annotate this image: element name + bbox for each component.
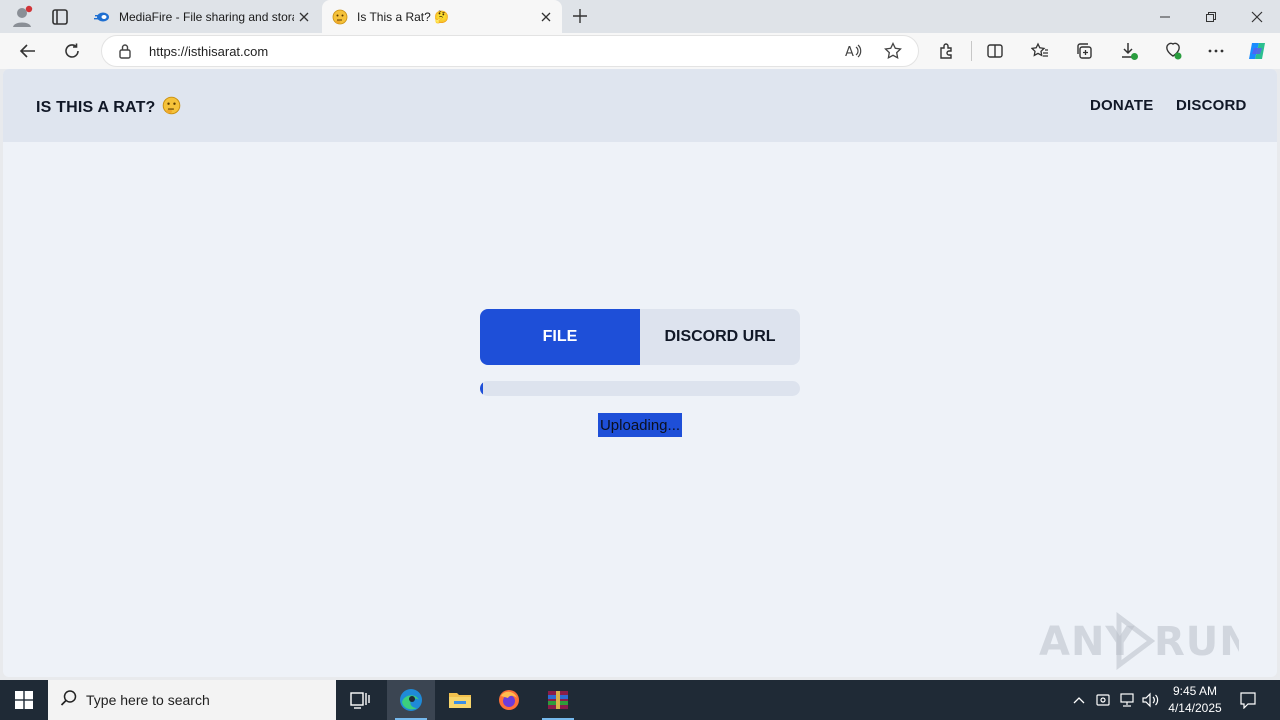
edge-taskbar-icon[interactable] — [387, 680, 435, 720]
search-icon — [60, 689, 78, 712]
restore-icon[interactable] — [1188, 0, 1234, 33]
volume-icon[interactable] — [1140, 680, 1162, 720]
tab-isthisarat[interactable]: Is This a Rat? 🤔 — [322, 0, 562, 33]
close-tab-icon[interactable] — [536, 7, 556, 27]
network-icon[interactable] — [1116, 680, 1138, 720]
browser-essentials-icon[interactable] — [1161, 39, 1185, 63]
browser-toolbar: https://isthisarat.com A — [0, 33, 1280, 69]
browser-tab-strip: MediaFire - File sharing and stora Is Th… — [0, 0, 1280, 33]
svg-text:RUN: RUN — [1154, 619, 1239, 665]
clock-date: 4/14/2025 — [1168, 701, 1222, 715]
notifications-icon[interactable] — [1234, 680, 1262, 720]
brand-text: IS THIS A RAT? — [36, 99, 156, 116]
svg-text:A: A — [845, 45, 854, 60]
address-bar[interactable]: https://isthisarat.com A — [101, 35, 919, 67]
favorites-icon[interactable] — [1028, 39, 1052, 63]
taskbar-search-box[interactable]: Type here to search — [48, 680, 336, 720]
windows-taskbar: Type here to search 9:45 AM 4/14/2025 — [0, 680, 1280, 720]
nav-donate[interactable]: DONATE — [1090, 97, 1153, 114]
new-tab-icon[interactable] — [568, 4, 592, 28]
site-header: IS THIS A RAT? DONATE DISCORD — [3, 69, 1277, 142]
more-menu-icon[interactable] — [1204, 39, 1228, 63]
favorite-star-icon[interactable] — [884, 41, 902, 65]
anyrun-watermark: ANY RUN — [1039, 609, 1253, 677]
lock-icon[interactable] — [118, 43, 132, 64]
tab-title: Is This a Rat? 🤔 — [357, 9, 450, 24]
file-explorer-icon[interactable] — [436, 680, 484, 720]
file-tab-button[interactable]: FILE — [480, 309, 640, 365]
nav-discord[interactable]: DISCORD — [1176, 97, 1247, 114]
close-window-icon[interactable] — [1234, 0, 1280, 33]
extensions-icon[interactable] — [935, 39, 959, 63]
tab-actions-icon[interactable] — [48, 5, 72, 29]
windows-start-icon[interactable] — [0, 680, 48, 720]
upload-progress-bar — [480, 381, 800, 396]
search-placeholder: Type here to search — [86, 692, 210, 708]
site-brand[interactable]: IS THIS A RAT? — [36, 96, 181, 120]
refresh-icon[interactable] — [60, 39, 84, 63]
split-screen-icon[interactable] — [983, 39, 1007, 63]
read-aloud-icon[interactable]: A — [844, 42, 862, 65]
copilot-icon[interactable] — [1245, 39, 1269, 63]
taskbar-clock[interactable]: 9:45 AM 4/14/2025 — [1160, 683, 1230, 717]
thinking-face-favicon-icon — [332, 9, 348, 25]
toolbar-divider — [971, 41, 972, 61]
upload-progress-fill — [480, 381, 484, 396]
web-page: IS THIS A RAT? DONATE DISCORD FILE DISCO… — [3, 69, 1277, 677]
show-hidden-icons-chevron-icon[interactable] — [1068, 680, 1090, 720]
minimize-icon[interactable] — [1142, 0, 1188, 33]
back-icon[interactable] — [16, 39, 40, 63]
security-tray-icon[interactable] — [1092, 680, 1114, 720]
firefox-icon[interactable] — [485, 680, 533, 720]
tab-mediafire[interactable]: MediaFire - File sharing and stora — [84, 0, 320, 33]
thinking-face-icon — [162, 96, 181, 120]
collections-icon[interactable] — [1072, 39, 1096, 63]
mediafire-favicon-icon — [94, 9, 110, 25]
url-text[interactable]: https://isthisarat.com — [149, 44, 268, 59]
clock-time: 9:45 AM — [1172, 684, 1218, 698]
tab-title: MediaFire - File sharing and stora — [119, 9, 294, 24]
upload-mode-toggle: FILE DISCORD URL — [480, 309, 800, 365]
task-view-icon[interactable] — [336, 680, 384, 720]
upload-status-text: Uploading... — [598, 413, 682, 437]
close-tab-icon[interactable] — [294, 7, 314, 27]
profile-icon[interactable] — [10, 5, 34, 29]
downloads-icon[interactable] — [1117, 39, 1141, 63]
discord-url-tab-button[interactable]: DISCORD URL — [640, 309, 800, 365]
winrar-icon[interactable] — [534, 680, 582, 720]
